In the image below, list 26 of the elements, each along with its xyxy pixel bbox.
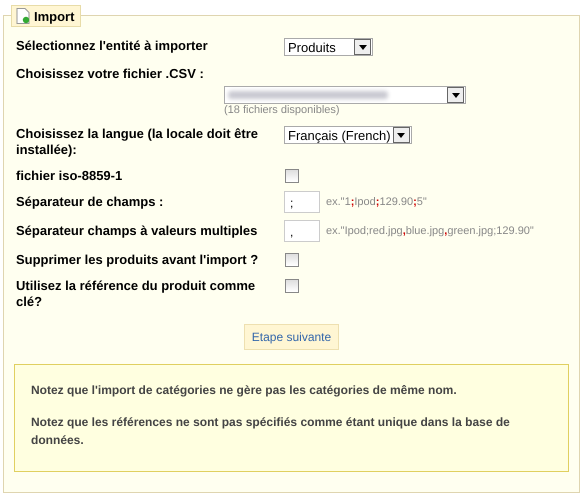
field-label: Choisissez la langue (la locale doit être installée): <box>15 126 260 158</box>
field-label: Séparateur de champs : <box>15 194 164 210</box>
document-import-icon <box>16 8 30 24</box>
checkbox[interactable] <box>285 253 299 267</box>
notice-text: Notez que l'import de catégories ne gère pas les catégories de même nom. <box>31 382 458 399</box>
checkbox[interactable] <box>285 279 299 293</box>
dropdown-caret-icon[interactable] <box>392 127 410 143</box>
notice-text: Notez que les références ne sont pas spécifiés comme étant unique dans la base de données. <box>31 414 511 449</box>
field-label: fichier iso-8859-1 <box>15 168 124 184</box>
field-label: Séparateur champs à valeurs multiples <box>15 223 258 239</box>
checkbox[interactable] <box>285 169 299 183</box>
field-label: Supprimer les produits avant l'import ? <box>15 252 260 268</box>
dropdown[interactable]: Produits <box>284 38 373 56</box>
next-step-button[interactable]: Etape suivante <box>244 324 340 350</box>
dropdown-caret-icon[interactable] <box>447 87 464 103</box>
input-field[interactable]: ; <box>284 191 320 213</box>
dropdown[interactable]: Français (French) <box>284 126 412 144</box>
input-field[interactable]: , <box>284 220 320 242</box>
example-text: ex."1;Ipod;129.90;5" <box>326 196 427 208</box>
example-text: ex."Ipod;red.jpg,blue.jpg,green.jpg;129.90" <box>326 225 534 237</box>
field-label: Choisissez votre fichier .CSV : <box>15 66 205 82</box>
field-label: Utilisez la référence du produit comme clé? <box>15 278 256 310</box>
panel-title-text: Import <box>34 8 74 24</box>
field-label: Sélectionnez l'entité à importer <box>15 38 209 54</box>
file-count-text: (18 fichiers disponibles) <box>224 104 341 116</box>
dropdown-caret-icon[interactable] <box>354 39 371 55</box>
